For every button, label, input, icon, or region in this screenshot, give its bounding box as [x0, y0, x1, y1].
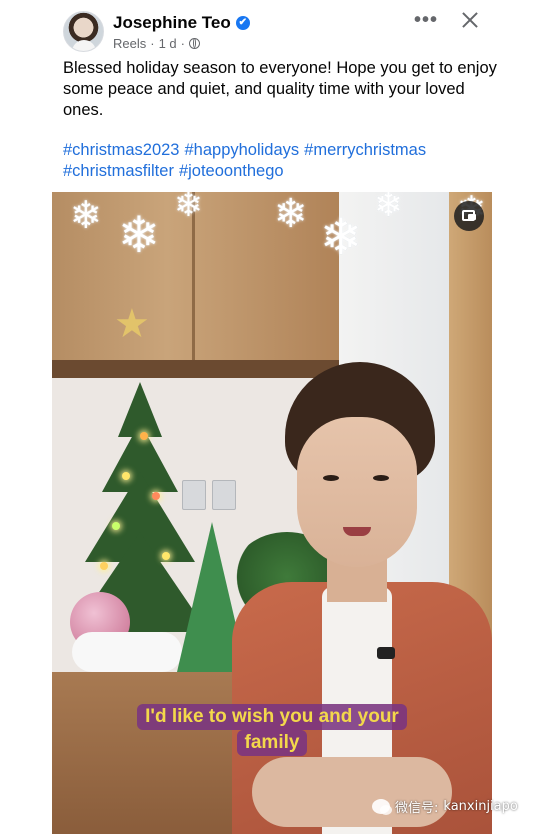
watermark-handle: kanxinjiapo — [443, 799, 518, 814]
picture-in-picture-button[interactable] — [454, 201, 484, 231]
snowflake-icon: ❄ — [274, 192, 308, 237]
more-options-button[interactable]: ••• — [414, 10, 438, 32]
snowflake-icon: ❄ — [174, 192, 203, 225]
reel-video[interactable]: ★ ❄ ❄ ❄ ❄ ❄ ❄ ❄ I'd like to wish you and… — [52, 192, 492, 834]
hashtag-link[interactable]: #happyholidays — [184, 141, 299, 159]
subtitle-line: I'd like to wish you and your — [137, 704, 407, 730]
snowflake-icon: ❄ — [320, 208, 362, 266]
tree-star-icon: ★ — [114, 302, 150, 346]
meta-separator-2: · — [180, 36, 186, 51]
tree-light — [162, 552, 170, 560]
meta-separator: · — [150, 36, 155, 51]
video-subtitle: I'd like to wish you and your family — [112, 704, 432, 756]
tree-light — [112, 522, 120, 530]
post-timestamp[interactable]: 1 d — [159, 36, 177, 51]
tree-light — [122, 472, 130, 480]
post-caption: Blessed holiday season to everyone! Hope… — [63, 59, 497, 119]
snowflake-icon: ❄ — [374, 192, 403, 225]
tree-light — [100, 562, 108, 570]
hashtag-link[interactable]: #christmas2023 — [63, 141, 179, 159]
post-section-link[interactable]: Reels — [113, 36, 146, 51]
globe-icon — [189, 38, 201, 49]
tree-light — [152, 492, 160, 500]
post-header: Josephine Teo ✔ Reels · 1 d · ••• — [0, 0, 535, 56]
author-avatar[interactable] — [63, 11, 104, 52]
post-meta: Reels · 1 d · — [113, 36, 201, 51]
hashtag-link[interactable]: #joteoonthego — [179, 162, 284, 180]
tree-light — [140, 432, 148, 440]
author-name[interactable]: Josephine Teo — [113, 13, 231, 33]
hashtag-link[interactable]: #merrychristmas — [304, 141, 426, 159]
hashtag-list: #christmas2023 #happyholidays #merrychrist… — [63, 140, 503, 182]
lapel-mic — [377, 647, 395, 659]
author-name-row: Josephine Teo ✔ — [113, 13, 250, 33]
watermark: 微信号: kanxinjiapo — [372, 797, 518, 816]
snowflake-icon: ❄ — [118, 206, 160, 264]
close-icon[interactable] — [458, 8, 482, 32]
wechat-icon — [372, 799, 392, 815]
hashtag-link[interactable]: #christmasfilter — [63, 162, 174, 180]
snowflake-icon: ❄ — [70, 193, 102, 237]
subtitle-line: family — [236, 730, 308, 756]
speaker — [222, 362, 492, 834]
verified-badge-icon: ✔ — [235, 16, 250, 30]
watermark-prefix: 微信号: — [395, 801, 439, 816]
snow-base — [72, 632, 182, 672]
